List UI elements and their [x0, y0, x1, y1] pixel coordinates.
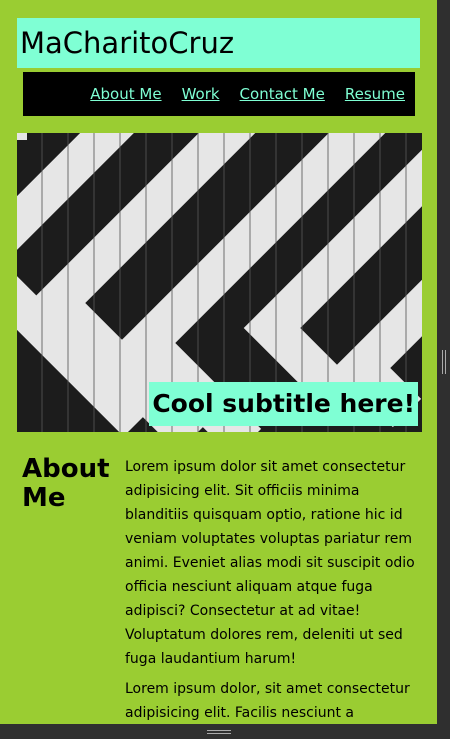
- about-paragraph: Lorem ipsum dolor, sit amet consectetur …: [125, 681, 410, 721]
- nav-link-resume[interactable]: Resume: [345, 85, 405, 103]
- nav-link-work[interactable]: Work: [182, 85, 220, 103]
- resize-handle-icon[interactable]: [442, 350, 446, 374]
- main-nav: About Me Work Contact Me Resume: [23, 72, 415, 116]
- drag-handle-icon[interactable]: [207, 730, 231, 734]
- nav-link-about-me[interactable]: About Me: [90, 85, 161, 103]
- hero-caption: Cool subtitle here!: [149, 382, 418, 426]
- about-heading: About Me: [22, 455, 117, 513]
- about-paragraph: Lorem ipsum dolor sit amet consectetur a…: [125, 459, 415, 667]
- about-heading-line2: Me: [22, 483, 66, 513]
- about-text: Lorem ipsum dolor sit amet consectetur a…: [125, 455, 425, 724]
- about-heading-line1: About: [22, 454, 110, 484]
- hero-banner: Cool subtitle here!: [17, 133, 422, 432]
- site-title[interactable]: MaCharitoCruz: [17, 18, 420, 68]
- page-viewport: MaCharitoCruz About Me Work Contact Me R…: [0, 0, 437, 724]
- nav-link-contact-me[interactable]: Contact Me: [240, 85, 325, 103]
